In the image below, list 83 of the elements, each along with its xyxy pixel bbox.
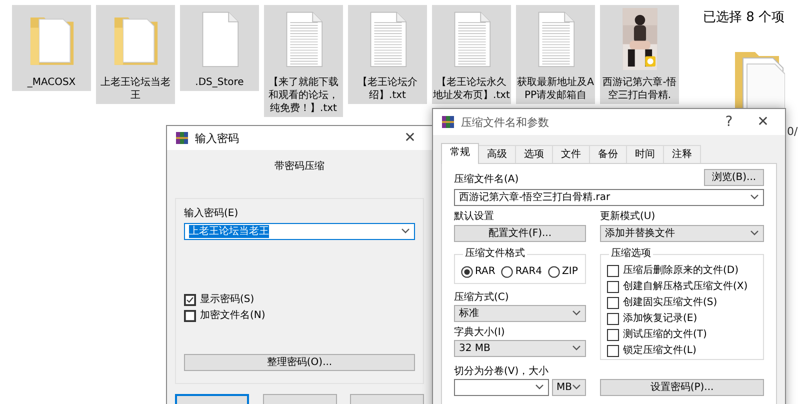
field-value: 西游记第六章-悟空三打白骨精.rar [459, 190, 610, 204]
file-item[interactable]: 【来了就能下载和观看的论坛，纯免费！】.txt [264, 5, 343, 117]
checkbox[interactable] [607, 264, 619, 277]
file-name: 西游记第六章-悟空三打白骨精. [602, 76, 678, 102]
radio-label: RAR4 [515, 265, 542, 278]
checkbox-label: 加密文件名(N) [200, 309, 266, 322]
caret-icon [572, 310, 581, 316]
update-mode-dropdown[interactable]: 添加并替换文件 [600, 224, 764, 242]
window-title: 压缩文件名和参数 [461, 116, 550, 128]
tab[interactable]: 常规 [441, 143, 479, 164]
file-name: 【老王论坛永久地址发布页】.txt [432, 76, 511, 102]
group-label: 压缩选项 [609, 246, 653, 260]
archive-app-icon [441, 115, 455, 129]
caret-icon [750, 230, 759, 236]
radio-button[interactable] [548, 266, 560, 278]
field-value: 标准 [459, 306, 479, 320]
file-item[interactable]: 西游记第六章-悟空三打白骨精. [600, 5, 679, 104]
file-item[interactable]: 上老王论坛当老王 [96, 5, 175, 104]
field-value: MB [556, 380, 572, 394]
field-label: 压缩方式(C) [454, 290, 510, 304]
file-item[interactable]: .DS_Store [180, 5, 259, 91]
radio-button[interactable] [501, 266, 514, 278]
field-value: 32 MB [459, 342, 490, 355]
file-item[interactable]: 【老王论坛永久地址发布页】.txt [432, 5, 511, 104]
caret-icon [572, 345, 581, 352]
checkbox-label: 测试压缩的文件(T) [623, 328, 707, 342]
close-button[interactable]: ✕ [396, 132, 424, 144]
partial-text: 0/ [787, 124, 798, 140]
browse-button[interactable]: 浏览(B)... [704, 169, 764, 186]
file-name: 【来了就能下载和观看的论坛，纯免费！】.txt [268, 76, 340, 115]
selection-count: 已选择 8 个项 [703, 9, 785, 27]
file-name: 上老王论坛当老王 [100, 76, 172, 102]
checkbox-label: 创建自解压格式压缩文件(X) [623, 280, 748, 294]
field-label: 默认设置 [454, 210, 495, 223]
file-name: _MACOSX [26, 76, 77, 89]
archive-app-icon [175, 131, 189, 145]
split-size-field[interactable] [454, 378, 549, 396]
dialog-heading: 带密码压缩 [274, 160, 326, 173]
radio-label: RAR [475, 265, 496, 278]
field-label: 输入密码(E) [184, 207, 240, 220]
checkbox[interactable] [607, 312, 619, 325]
profiles-button[interactable]: 配置文件(F)... [454, 224, 586, 242]
radio-label: ZIP [562, 265, 578, 278]
checkbox[interactable] [184, 310, 196, 322]
checkbox-label: 压缩后删除原来的文件(D) [623, 264, 739, 278]
file-item[interactable]: _MACOSX [12, 5, 91, 91]
field-label: 更新模式(U) [600, 210, 656, 223]
caret-icon [750, 194, 759, 200]
help-button[interactable]: ? [715, 116, 743, 128]
checkbox[interactable] [607, 344, 619, 357]
file-item[interactable]: 获取最新地址及APP请发邮箱自 [516, 5, 595, 104]
window-title: 输入密码 [195, 132, 240, 144]
archive-name-field[interactable]: 西游记第六章-悟空三打白骨精.rar [454, 188, 764, 206]
dictionary-dropdown[interactable]: 32 MB [454, 340, 586, 357]
checkbox-label: 添加恢复记录(E) [623, 312, 698, 326]
checkbox[interactable] [607, 280, 619, 293]
caret-icon [572, 384, 581, 390]
tab[interactable]: 注释 [663, 145, 701, 163]
checkbox[interactable] [607, 328, 619, 341]
unit-dropdown[interactable]: MB [552, 378, 586, 396]
field-label: 压缩文件名(A) [454, 173, 519, 186]
set-password-button[interactable]: 设置密码(P)... [600, 378, 764, 396]
radio-button[interactable] [461, 266, 473, 278]
password-field[interactable]: 上老王论坛当老王 [184, 222, 415, 240]
method-dropdown[interactable]: 标准 [454, 304, 586, 322]
field-value: 添加并替换文件 [605, 226, 675, 240]
selected-text: 上老王论坛当老王 [189, 224, 269, 238]
caret-icon [534, 384, 544, 390]
caret-icon [401, 228, 410, 234]
checkbox[interactable] [607, 296, 619, 309]
file-item[interactable]: 【老王论坛介绍】.txt [348, 5, 427, 104]
checkbox-label: 创建固实压缩文件(S) [623, 296, 718, 310]
close-button[interactable]: ✕ [749, 116, 777, 128]
field-label: 切分为分卷(V)，大小 [454, 364, 550, 378]
checkbox-label: 锁定压缩文件(L) [623, 344, 696, 358]
file-name: .DS_Store [194, 76, 245, 89]
file-name: 获取最新地址及APP请发邮箱自 [516, 76, 595, 102]
field-label: 字典大小(I) [454, 326, 506, 339]
group-label: 压缩文件格式 [463, 246, 527, 260]
file-name: 【老王论坛介绍】.txt [356, 76, 418, 102]
organize-passwords-button[interactable]: 整理密码(O)... [184, 354, 415, 371]
checkbox[interactable] [184, 294, 196, 306]
checkbox-label: 显示密码(S) [200, 293, 254, 306]
